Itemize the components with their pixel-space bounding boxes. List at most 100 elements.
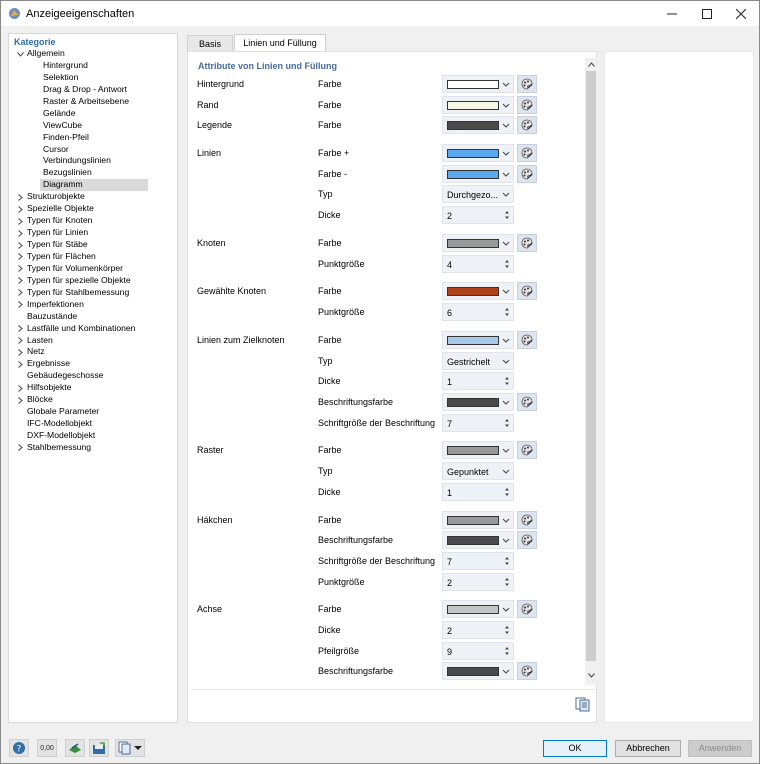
apply-button[interactable]: Anwenden [688, 740, 752, 757]
color-picker[interactable] [442, 531, 514, 550]
cancel-button[interactable]: Abbrechen [615, 740, 681, 757]
chevron-right-icon[interactable] [16, 442, 24, 454]
tree-item[interactable]: Netz [9, 346, 177, 358]
spinner-arrows-icon[interactable] [503, 644, 511, 658]
color-picker[interactable] [442, 600, 514, 619]
color-picker[interactable] [442, 441, 514, 460]
tree-item[interactable]: Stahlbemessung [9, 442, 177, 454]
tree-item[interactable]: Typen für spezielle Objekte [9, 275, 177, 287]
chevron-down-icon[interactable] [16, 48, 24, 60]
number-stepper[interactable]: 9 [442, 641, 514, 660]
color-picker[interactable] [442, 164, 514, 183]
tree-item[interactable]: Bauzustände [9, 311, 177, 323]
tab-basis[interactable]: Basis [187, 35, 233, 52]
chevron-right-icon[interactable] [16, 299, 24, 311]
palette-icon[interactable] [517, 164, 537, 183]
number-stepper[interactable]: 1 [442, 482, 514, 501]
copy-settings-icon[interactable] [574, 696, 592, 712]
chevron-right-icon[interactable] [16, 323, 24, 335]
scrollbar-thumb[interactable] [586, 71, 596, 661]
palette-icon[interactable] [517, 95, 537, 114]
palette-icon[interactable] [517, 330, 537, 349]
chevron-right-icon[interactable] [16, 275, 24, 287]
palette-icon[interactable] [517, 510, 537, 529]
spinner-arrows-icon[interactable] [503, 305, 511, 319]
copy-menu-icon[interactable] [115, 739, 145, 757]
tree-item[interactable]: Typen für Volumenkörper [9, 263, 177, 275]
palette-icon[interactable] [517, 600, 537, 619]
tree-item[interactable]: Diagramm [9, 179, 177, 192]
tab-lines-and-fill[interactable]: Linien und Füllung [234, 34, 326, 52]
palette-icon[interactable] [517, 531, 537, 550]
palette-icon[interactable] [517, 75, 537, 93]
chevron-right-icon[interactable] [16, 263, 24, 275]
chevron-right-icon[interactable] [16, 335, 24, 347]
vertical-scrollbar[interactable] [585, 58, 597, 685]
spinner-arrows-icon[interactable] [503, 623, 511, 637]
chevron-right-icon[interactable] [16, 191, 24, 203]
tree-item[interactable]: Cursor [9, 144, 177, 156]
tree-item[interactable]: Raster & Arbeitsebene [9, 96, 177, 108]
number-stepper[interactable]: 6 [442, 303, 514, 322]
tree-item[interactable]: Spezielle Objekte [9, 203, 177, 215]
chevron-right-icon[interactable] [16, 215, 24, 227]
color-picker[interactable] [442, 330, 514, 349]
line-type-select[interactable]: Gestrichelt [442, 351, 514, 370]
chevron-right-icon[interactable] [16, 382, 24, 394]
tree-item[interactable]: Typen für Knoten [9, 215, 177, 227]
color-picker[interactable] [442, 144, 514, 163]
palette-icon[interactable] [517, 233, 537, 252]
chevron-right-icon[interactable] [16, 287, 24, 299]
tree-item[interactable]: Blöcke [9, 394, 177, 406]
tree-item[interactable]: Typen für Linien [9, 227, 177, 239]
spinner-arrows-icon[interactable] [503, 208, 511, 222]
ok-button[interactable]: OK [543, 740, 607, 757]
tree-item[interactable]: Typen für Stäbe [9, 239, 177, 251]
tree-item[interactable]: Lasten [9, 335, 177, 347]
save-settings-icon[interactable] [89, 739, 109, 757]
color-picker[interactable] [442, 95, 514, 114]
number-stepper[interactable]: 2 [442, 572, 514, 591]
number-stepper[interactable]: 1 [442, 372, 514, 391]
chevron-right-icon[interactable] [16, 239, 24, 251]
spinner-arrows-icon[interactable] [503, 416, 511, 430]
tree-item[interactable]: Allgemein [9, 48, 177, 60]
chevron-right-icon[interactable] [16, 358, 24, 370]
spinner-arrows-icon[interactable] [503, 554, 511, 568]
color-picker[interactable] [442, 510, 514, 529]
help-icon[interactable]: ? [9, 739, 29, 757]
tree-item[interactable]: Hintergrund [9, 60, 177, 72]
chevron-right-icon[interactable] [16, 203, 24, 215]
number-stepper[interactable]: 2 [442, 206, 514, 225]
tree-item[interactable]: Bezugslinien [9, 167, 177, 179]
color-picker[interactable] [442, 392, 514, 411]
tree-item[interactable]: IFC-Modellobjekt [9, 418, 177, 430]
palette-icon[interactable] [517, 441, 537, 460]
color-picker[interactable] [442, 282, 514, 301]
maximize-button[interactable] [689, 1, 724, 26]
minimize-button[interactable] [654, 1, 689, 26]
chevron-right-icon[interactable] [16, 394, 24, 406]
number-stepper[interactable]: 4 [442, 254, 514, 273]
scroll-up-icon[interactable] [585, 59, 597, 69]
number-stepper[interactable]: 7 [442, 413, 514, 432]
color-picker[interactable] [442, 662, 514, 681]
chevron-right-icon[interactable] [16, 251, 24, 263]
line-type-select[interactable]: Gepunktet [442, 462, 514, 481]
palette-icon[interactable] [517, 116, 537, 135]
tree-item[interactable]: Imperfektionen [9, 299, 177, 311]
scroll-down-icon[interactable] [585, 670, 597, 680]
tree-item[interactable]: Globale Parameter [9, 406, 177, 418]
tree-item[interactable]: Selektion [9, 72, 177, 84]
palette-icon[interactable] [517, 392, 537, 411]
number-stepper[interactable]: 2 [442, 621, 514, 639]
color-picker[interactable] [442, 75, 514, 93]
spinner-arrows-icon[interactable] [503, 374, 511, 388]
spinner-arrows-icon[interactable] [503, 575, 511, 589]
line-type-select[interactable]: Durchgezo... [442, 185, 514, 204]
palette-icon[interactable] [517, 282, 537, 301]
spinner-arrows-icon[interactable] [503, 485, 511, 499]
palette-icon[interactable] [517, 144, 537, 163]
palette-icon[interactable] [517, 662, 537, 681]
tree-item[interactable]: DXF-Modellobjekt [9, 430, 177, 442]
